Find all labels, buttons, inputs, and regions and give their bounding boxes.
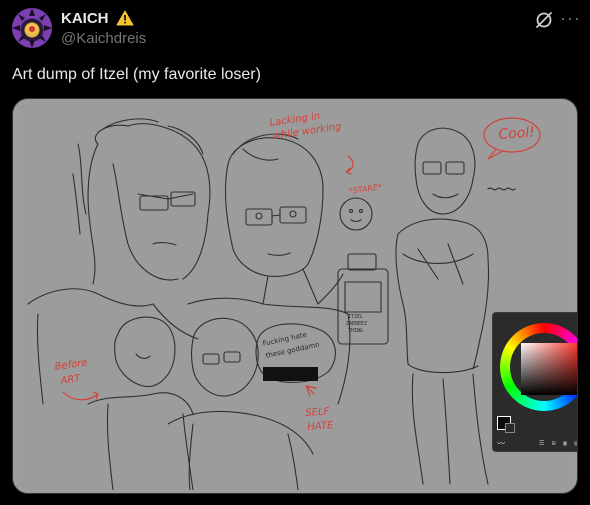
display-name[interactable]: KAICH (61, 10, 109, 27)
color-picker-panel: 〰 ☰ ⊞ ▣ ▤ (492, 312, 578, 452)
figure-small-left (87, 316, 194, 490)
more-icon[interactable]: ··· (560, 8, 580, 28)
annotation-self: SELF (305, 406, 330, 419)
post-media[interactable]: Lacking in while working *STARE* Cool! B… (12, 98, 578, 494)
bottle-label-2: ZAEREEZ (346, 321, 368, 327)
sketch-drawing (27, 117, 541, 490)
avatar[interactable] (12, 8, 52, 48)
handle[interactable]: @Kaichdreis (61, 30, 146, 47)
annotation-cool: Cool! (497, 124, 536, 143)
post-text: Art dump of Itzel (my favorite loser) (12, 66, 261, 83)
bottle-label-3: THING (348, 328, 364, 334)
artwork-canvas: Lacking in while working *STARE* Cool! B… (18, 104, 577, 490)
grok-icon[interactable] (534, 10, 554, 30)
saturation-square (521, 343, 577, 395)
picker-toolbar-icons: ☰ ⊞ ▣ ▤ (539, 440, 578, 447)
post-header: KAICH @Kaichdreis ··· (0, 0, 590, 60)
warning-icon (116, 10, 134, 26)
brush-icon: 〰 (497, 439, 505, 448)
bottle-label-1: ITZEL (348, 314, 364, 320)
annotation-hate: HATE (307, 420, 334, 433)
secondary-color-swatch (505, 423, 515, 433)
figure-right-body (395, 127, 490, 485)
